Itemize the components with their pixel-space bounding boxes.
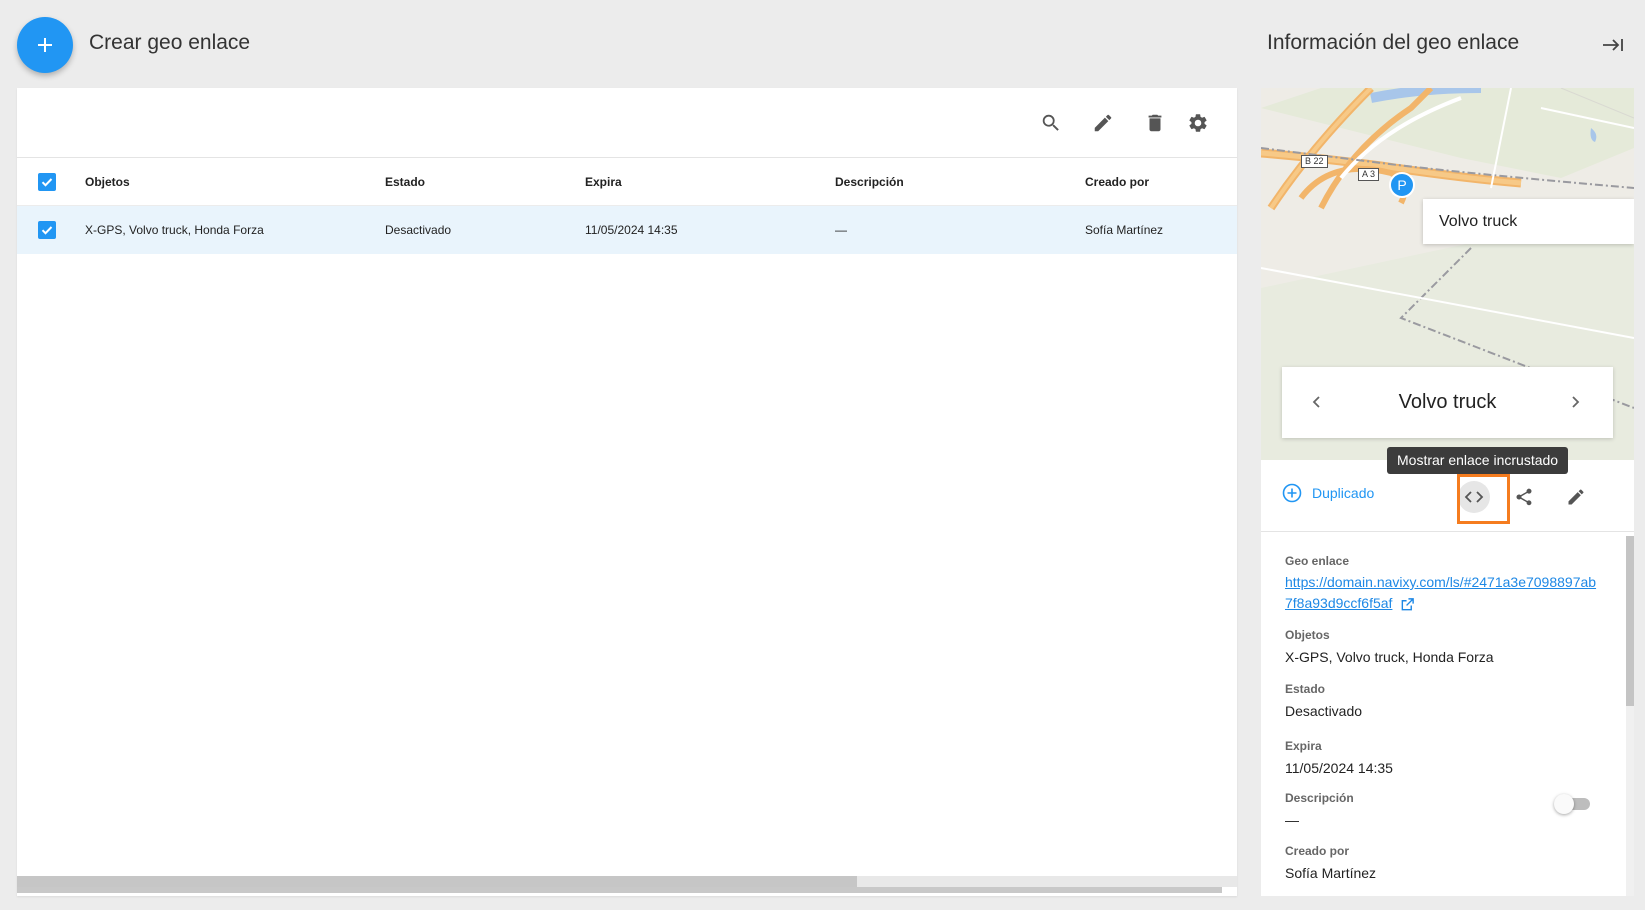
- column-header-description[interactable]: Descripción: [835, 158, 904, 206]
- horizontal-scrollbar-thumb[interactable]: [17, 876, 857, 887]
- geolink-url-text[interactable]: https://domain.navixy.com/ls/#2471a3e709…: [1285, 574, 1596, 611]
- row-checkbox[interactable]: [38, 221, 56, 239]
- edit-button[interactable]: [1089, 109, 1117, 137]
- panel-title: Información del geo enlace: [1267, 31, 1520, 54]
- description-field: Descripción —: [1285, 791, 1354, 830]
- objects-field: Objetos X-GPS, Volvo truck, Honda Forza: [1285, 628, 1494, 667]
- chevron-left-icon: [1312, 396, 1320, 408]
- select-all-checkbox[interactable]: [38, 173, 56, 191]
- geolink-url[interactable]: https://domain.navixy.com/ls/#2471a3e709…: [1285, 572, 1603, 614]
- table-toolbar: [17, 88, 1237, 158]
- edit-link-button[interactable]: [1561, 482, 1591, 512]
- geolink-label: Geo enlace: [1285, 554, 1350, 568]
- object-selector: Volvo truck: [1282, 367, 1613, 438]
- objects-value: X-GPS, Volvo truck, Honda Forza: [1285, 649, 1494, 665]
- road-tag-a3: A 3: [1358, 168, 1380, 181]
- details-scrollbar-thumb[interactable]: [1626, 536, 1634, 706]
- geolink-info-panel: B 22 A 3 P Volvo truck Volvo truck Mostr…: [1261, 88, 1634, 896]
- search-icon: [1042, 114, 1059, 131]
- external-link-icon[interactable]: [1400, 597, 1415, 612]
- status-value: Desactivado: [1285, 703, 1363, 719]
- bottom-scroll-track: [17, 887, 1222, 893]
- trash-icon: [1148, 114, 1162, 132]
- status-label: Estado: [1285, 682, 1326, 696]
- marker-label: Volvo truck: [1423, 199, 1634, 244]
- created-by-label: Creado por: [1285, 844, 1350, 858]
- status-toggle-knob: [1554, 794, 1574, 814]
- collapse-right-icon: [1603, 39, 1623, 51]
- pencil-icon: [1568, 489, 1584, 505]
- table-header: Objetos Estado Expira Descripción Creado…: [17, 158, 1237, 206]
- row-expires: 11/05/2024 14:35: [585, 223, 678, 237]
- embed-tooltip: Mostrar enlace incrustado: [1387, 447, 1569, 474]
- check-icon: [41, 178, 53, 187]
- gear-icon: [1189, 114, 1207, 132]
- column-header-status[interactable]: Estado: [385, 158, 425, 206]
- share-button[interactable]: [1509, 482, 1539, 512]
- created-by-value: Sofía Martínez: [1285, 865, 1377, 881]
- row-status: Desactivado: [385, 223, 452, 237]
- collapse-panel-button[interactable]: [1600, 32, 1626, 58]
- pencil-icon: [1094, 114, 1112, 132]
- objects-label: Objetos: [1285, 628, 1330, 642]
- delete-button[interactable]: [1141, 109, 1169, 137]
- duplicate-button[interactable]: Duplicado: [1282, 483, 1374, 503]
- column-header-expires[interactable]: Expira: [585, 158, 622, 206]
- chevron-right-icon: [1572, 396, 1580, 408]
- share-icon: [1516, 488, 1532, 506]
- table-row[interactable]: X-GPS, Volvo truck, Honda Forza Desactiv…: [17, 206, 1237, 254]
- search-button[interactable]: [1037, 109, 1065, 137]
- plus-icon: [38, 38, 52, 52]
- expires-value: 11/05/2024 14:35: [1285, 760, 1393, 776]
- details-scrollbar[interactable]: [1626, 536, 1634, 896]
- row-objects: X-GPS, Volvo truck, Honda Forza: [85, 223, 264, 237]
- check-icon: [41, 226, 53, 235]
- geolink-field: Geo enlace https://domain.navixy.com/ls/…: [1285, 554, 1603, 614]
- page-title: Crear geo enlace: [89, 31, 251, 54]
- description-value: —: [1285, 812, 1299, 828]
- horizontal-scrollbar[interactable]: [17, 876, 1237, 887]
- code-icon: [1464, 491, 1484, 503]
- expires-field: Expira 11/05/2024 14:35: [1285, 739, 1393, 778]
- next-object-button[interactable]: [1562, 389, 1588, 415]
- create-geolink-button[interactable]: [17, 17, 73, 73]
- row-created-by: Sofía Martínez: [1085, 223, 1164, 237]
- vehicle-marker[interactable]: P: [1389, 172, 1415, 198]
- expires-label: Expira: [1285, 739, 1322, 753]
- column-header-created-by[interactable]: Creado por: [1085, 158, 1149, 206]
- settings-button[interactable]: [1184, 109, 1212, 137]
- road-tag-b22: B 22: [1301, 155, 1328, 168]
- created-by-field: Creado por Sofía Martínez: [1285, 844, 1376, 883]
- row-description: —: [835, 223, 847, 237]
- geolinks-table-card: Objetos Estado Expira Descripción Creado…: [17, 88, 1237, 896]
- column-header-objects[interactable]: Objetos: [85, 158, 130, 206]
- description-label: Descripción: [1285, 791, 1354, 805]
- show-embed-link-button[interactable]: [1458, 481, 1490, 513]
- status-field: Estado Desactivado: [1285, 682, 1362, 721]
- previous-object-button[interactable]: [1304, 389, 1330, 415]
- map-view[interactable]: B 22 A 3 P Volvo truck Volvo truck: [1261, 88, 1634, 460]
- duplicate-label: Duplicado: [1312, 485, 1375, 501]
- plus-circle-icon: [1282, 483, 1302, 503]
- status-toggle[interactable]: [1554, 794, 1590, 814]
